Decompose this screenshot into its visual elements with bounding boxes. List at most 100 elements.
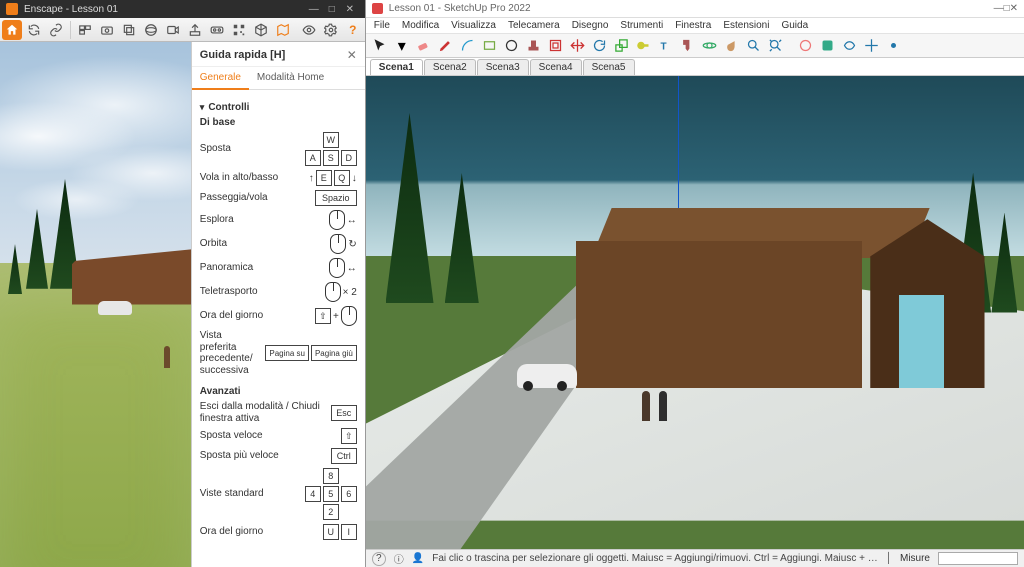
key-pageup: Pagina su xyxy=(265,345,309,361)
escmode-label: Esci dalla modalità / Chiudi finestra at… xyxy=(200,401,325,424)
close-button[interactable]: ✕ xyxy=(341,4,359,15)
scene-tab-1[interactable]: Scena1 xyxy=(370,59,423,75)
link-icon[interactable] xyxy=(46,20,66,40)
status-info-icon[interactable]: ⓘ xyxy=(394,551,404,566)
enscape-viewport[interactable] xyxy=(0,42,191,567)
controls-heading[interactable]: Controlli xyxy=(200,102,357,113)
circle-icon[interactable] xyxy=(502,36,522,56)
close-icon[interactable]: ✕ xyxy=(347,48,357,62)
enscape-toolbar: ? xyxy=(0,18,365,42)
video-icon[interactable] xyxy=(163,20,183,40)
enscape-icon-3[interactable] xyxy=(840,36,860,56)
key-d: D xyxy=(341,150,357,166)
close-button[interactable]: ✕ xyxy=(1010,3,1018,14)
shift-icon: ⇧ xyxy=(341,428,357,444)
status-user-icon[interactable]: 👤 xyxy=(412,553,424,564)
enscape-title: Enscape - Lesson 01 xyxy=(24,4,118,15)
multiplier-label: × 2 xyxy=(343,287,357,298)
paint-icon[interactable] xyxy=(678,36,698,56)
preview-icon[interactable] xyxy=(299,20,319,40)
home-icon[interactable] xyxy=(2,20,22,40)
key-a: A xyxy=(305,150,321,166)
key-w: W xyxy=(323,132,340,148)
menu-draw[interactable]: Disegno xyxy=(572,20,609,31)
scale-icon[interactable] xyxy=(612,36,632,56)
menu-camera[interactable]: Telecamera xyxy=(508,20,560,31)
pushpull-icon[interactable] xyxy=(524,36,544,56)
sketchup-viewport[interactable] xyxy=(366,76,1024,549)
walk-label: Passeggia/vola xyxy=(200,192,309,204)
menu-view[interactable]: Visualizza xyxy=(451,20,496,31)
key-ctrl: Ctrl xyxy=(331,448,357,464)
orbit-icon[interactable] xyxy=(700,36,720,56)
qr-icon[interactable] xyxy=(229,20,249,40)
drag-icon: ↻ xyxy=(348,239,356,250)
offset-icon[interactable] xyxy=(546,36,566,56)
minimize-button[interactable]: — xyxy=(994,3,1004,14)
key-space: Spazio xyxy=(315,190,357,206)
cube-icon[interactable] xyxy=(251,20,271,40)
fast-label: Sposta veloce xyxy=(200,430,335,442)
export-icon[interactable] xyxy=(185,20,205,40)
help-icon[interactable]: ? xyxy=(343,20,363,40)
menu-window[interactable]: Finestra xyxy=(675,20,711,31)
enscape-icon-5[interactable] xyxy=(884,36,904,56)
zoomextents-icon[interactable] xyxy=(766,36,786,56)
menu-extensions[interactable]: Estensioni xyxy=(723,20,769,31)
screenshot-icon[interactable] xyxy=(97,20,117,40)
select-icon[interactable] xyxy=(370,36,390,56)
scene-tab-3[interactable]: Scena3 xyxy=(477,59,529,75)
look-label: Esplora xyxy=(200,214,323,226)
scene-tab-2[interactable]: Scena2 xyxy=(424,59,476,75)
tab-home-mode[interactable]: Modalità Home xyxy=(249,67,332,89)
status-help-icon[interactable]: ? xyxy=(372,552,386,566)
sketchup-logo-icon xyxy=(372,3,383,14)
help-panel-title: Guida rapida [H] xyxy=(200,49,347,61)
controls-section[interactable]: Controlli Di base Sposta W A S D Vola xyxy=(200,102,357,540)
key-i: I xyxy=(341,524,357,540)
move-icon[interactable] xyxy=(568,36,588,56)
move-label: Sposta xyxy=(200,143,299,155)
sync-icon[interactable] xyxy=(24,20,44,40)
map-icon[interactable] xyxy=(273,20,293,40)
stdview-label: Viste standard xyxy=(200,488,299,500)
tape-icon[interactable] xyxy=(634,36,654,56)
faster-label: Sposta più veloce xyxy=(200,450,325,462)
menu-tools[interactable]: Strumenti xyxy=(620,20,663,31)
batch-icon[interactable] xyxy=(119,20,139,40)
enscape-icon-1[interactable] xyxy=(796,36,816,56)
sketchup-toolbar: ▾ T xyxy=(366,34,1024,58)
vr-icon[interactable] xyxy=(207,20,227,40)
arc-icon[interactable] xyxy=(458,36,478,56)
settings-icon[interactable] xyxy=(321,20,341,40)
scene-tab-5[interactable]: Scena5 xyxy=(583,59,635,75)
text-icon[interactable]: T xyxy=(656,36,676,56)
zoom-icon[interactable] xyxy=(744,36,764,56)
sketchup-title: Lesson 01 - SketchUp Pro 2022 xyxy=(389,3,531,14)
measure-label: Misure xyxy=(900,553,930,564)
menu-help[interactable]: Guida xyxy=(781,20,808,31)
model-building xyxy=(576,208,984,388)
eraser-icon[interactable] xyxy=(414,36,434,56)
views-icon[interactable] xyxy=(75,20,95,40)
dropdown-icon[interactable]: ▾ xyxy=(392,36,412,56)
scene-tab-4[interactable]: Scena4 xyxy=(530,59,582,75)
minimize-button[interactable]: — xyxy=(305,4,323,15)
mouse-icon xyxy=(325,282,341,302)
enscape-icon-2[interactable] xyxy=(818,36,838,56)
model-car xyxy=(517,364,577,388)
sketchup-titlebar: Lesson 01 - SketchUp Pro 2022 — □ ✕ xyxy=(366,0,1024,18)
splitter-icon[interactable]: │ xyxy=(886,553,892,564)
tab-general[interactable]: Generale xyxy=(192,67,249,90)
rotate-icon[interactable] xyxy=(590,36,610,56)
pencil-icon[interactable] xyxy=(436,36,456,56)
pano-icon[interactable] xyxy=(141,20,161,40)
measure-input[interactable] xyxy=(938,552,1018,565)
rectangle-icon[interactable] xyxy=(480,36,500,56)
menu-edit[interactable]: Modifica xyxy=(402,20,439,31)
maximize-button[interactable]: □ xyxy=(323,4,341,15)
pan-icon[interactable] xyxy=(722,36,742,56)
enscape-icon-4[interactable] xyxy=(862,36,882,56)
key-5: 5 xyxy=(323,486,339,502)
menu-file[interactable]: File xyxy=(374,20,390,31)
